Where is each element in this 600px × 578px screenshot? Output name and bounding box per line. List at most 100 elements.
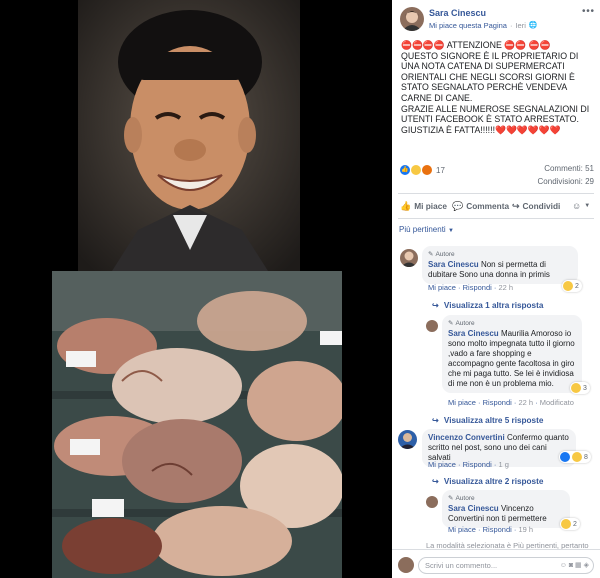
comment-reactions[interactable]: 2 <box>562 280 582 292</box>
comment-reply-link[interactable]: Rispondi <box>483 525 512 534</box>
angry-reaction-icon <box>422 165 432 175</box>
comment-filter-label: Più pertinenti <box>399 225 446 234</box>
comment-reply-link[interactable]: Rispondi <box>483 398 512 407</box>
post-text-body: QUESTO SIGNORE È IL PROPRIETARIO DI UNA … <box>401 50 579 103</box>
view-replies-link[interactable]: ↪ Visualizza 1 altra risposta <box>432 300 544 311</box>
post-meta: Mi piace questa Pagina · Ieri 🌐 <box>429 21 538 30</box>
author-badge: ✎ Autore <box>428 250 572 260</box>
reaction-summary[interactable]: 👍 17 <box>400 165 445 175</box>
portrait-photo[interactable] <box>78 0 300 271</box>
view-replies-label: Visualizza altre 5 risposte <box>443 415 544 425</box>
thumbs-up-icon: 👍 <box>400 200 412 211</box>
reply-arrow-icon: ↪ <box>432 416 439 425</box>
comment-reactions[interactable]: 2 <box>560 518 580 530</box>
comment-like-link[interactable]: Mi piace <box>448 525 476 534</box>
comment-button-label: Commenta <box>466 201 510 211</box>
divider <box>398 193 594 194</box>
reaction-picker[interactable]: ☺ ▼ <box>572 198 590 214</box>
comment-reply-link[interactable]: Rispondi <box>463 283 492 292</box>
comment-bubble: ✎ Autore Sara Cinescu Vincenzo Convertini… <box>442 490 570 528</box>
haha-reaction-icon <box>411 165 421 175</box>
like-button[interactable]: 👍 Mi piace <box>400 198 447 214</box>
comment-icon: 💬 <box>452 200 464 211</box>
haha-reaction-icon <box>572 452 582 462</box>
like-page-link[interactable]: Mi piace questa Pagina <box>429 21 507 30</box>
globe-icon: 🌐 <box>528 22 538 29</box>
comment-like-link[interactable]: Mi piace <box>428 283 456 292</box>
comment-time[interactable]: 22 h <box>498 283 513 292</box>
pencil-icon: ✎ <box>428 251 434 258</box>
comments-count[interactable]: Commenti: 51 <box>544 164 594 173</box>
reaction-count: 3 <box>583 384 587 392</box>
comment-composer: Scrivi un commento... ☺ ◙ ▦ ◈ <box>392 549 600 578</box>
author-badge-label: Autore <box>455 320 475 327</box>
author-badge-label: Autore <box>435 251 455 258</box>
comment-author[interactable]: Sara Cinescu <box>428 260 479 269</box>
comment-author[interactable]: Vincenzo Convertini <box>428 433 505 442</box>
like-reaction-icon: 👍 <box>400 165 410 175</box>
haha-reaction-icon <box>571 383 581 393</box>
photo-viewer: Sara Cinescu Mi piace questa Pagina · Ie… <box>0 0 600 578</box>
post-panel: Sara Cinescu Mi piace questa Pagina · Ie… <box>392 0 600 578</box>
reaction-count: 2 <box>573 520 577 528</box>
comment-actions: Mi piace · Rispondi · 1 g <box>428 460 509 469</box>
comment-edited[interactable]: Modificato <box>540 398 574 407</box>
reaction-count: 8 <box>584 453 588 461</box>
post-author-name[interactable]: Sara Cinescu <box>429 8 486 18</box>
share-button[interactable]: ↪ Condividi <box>512 198 560 214</box>
avatar[interactable] <box>426 320 438 332</box>
reply-arrow-icon: ↪ <box>432 477 439 486</box>
reply-arrow-icon: ↪ <box>432 301 439 310</box>
post-text-body-3: GIUSTIZIA È FATTA!!!!!!❤️❤️❤️❤️❤️❤️ <box>401 124 561 135</box>
view-replies-link[interactable]: ↪ Visualizza altre 2 risposte <box>432 476 544 487</box>
meta-separator: · <box>509 21 513 30</box>
reaction-count: 2 <box>575 282 579 290</box>
comment-actions: Mi piace · Rispondi · 19 h <box>448 525 534 534</box>
like-reaction-icon <box>560 452 570 462</box>
meat-photo[interactable] <box>52 271 342 578</box>
post-text-body-2: GRAZIE ALLE NUMEROSE SEGNALAZIONI DI UTE… <box>401 103 590 125</box>
comment-like-link[interactable]: Mi piace <box>428 460 456 469</box>
comment-input[interactable]: Scrivi un commento... ☺ ◙ ▦ ◈ <box>418 557 594 574</box>
comment-button[interactable]: 💬 Commenta <box>452 198 509 214</box>
view-replies-link[interactable]: ↪ Visualizza altre 5 risposte <box>432 415 544 426</box>
avatar[interactable] <box>398 430 417 449</box>
more-options-icon[interactable]: • • • <box>582 6 594 17</box>
emoji-icon: ☺ <box>572 201 582 211</box>
avatar[interactable] <box>426 496 438 508</box>
author-badge: ✎ Autore <box>448 319 576 329</box>
comment-reactions[interactable]: 3 <box>570 382 590 394</box>
post-text: ⛔⛔⛔⛔ ATTENZIONE ⛔⛔ ⛔⛔ QUESTO SIGNORE È I… <box>401 40 596 135</box>
view-replies-label: Visualizza 1 altra risposta <box>443 300 544 310</box>
photo-area <box>0 0 392 578</box>
author-badge-label: Autore <box>455 495 475 502</box>
comment-reactions[interactable]: 8 <box>559 451 591 463</box>
comment-author[interactable]: Sara Cinescu <box>448 329 499 338</box>
post-time[interactable]: Ieri <box>515 21 525 30</box>
author-avatar[interactable] <box>400 7 424 31</box>
comment-time[interactable]: 1 g <box>498 460 508 469</box>
comment-actions: Mi piace · Rispondi · 22 h · Modificato <box>448 398 574 407</box>
shares-count[interactable]: Condivisioni: 29 <box>538 177 594 186</box>
chevron-down-icon: ▼ <box>447 228 454 234</box>
comment-like-link[interactable]: Mi piace <box>448 398 476 407</box>
avatar[interactable] <box>400 249 418 267</box>
comment-bubble: ✎ Autore Sara Cinescu Maurilia Amoroso io… <box>442 315 582 393</box>
comment-input-placeholder: Scrivi un commento... <box>425 561 498 570</box>
reaction-count: 17 <box>436 165 445 175</box>
post-text-alert: ⛔⛔⛔⛔ ATTENZIONE ⛔⛔ ⛔⛔ <box>401 40 551 50</box>
pencil-icon: ✎ <box>448 495 454 502</box>
haha-reaction-icon <box>561 519 571 529</box>
share-button-label: Condividi <box>522 201 561 211</box>
comment-actions: Mi piace · Rispondi · 22 h <box>428 283 514 292</box>
share-icon: ↪ <box>512 200 520 211</box>
comment-bubble: ✎ Autore Sara Cinescu Non si permetta di … <box>422 246 578 284</box>
comment-time[interactable]: 19 h <box>518 525 533 534</box>
comment-time[interactable]: 22 h <box>518 398 533 407</box>
comment-filter[interactable]: Più pertinenti ▼ <box>399 225 454 234</box>
avatar <box>398 557 414 573</box>
author-badge: ✎ Autore <box>448 494 564 504</box>
comment-author[interactable]: Sara Cinescu <box>448 504 499 513</box>
view-replies-label: Visualizza altre 2 risposte <box>443 476 544 486</box>
comment-reply-link[interactable]: Rispondi <box>463 460 492 469</box>
